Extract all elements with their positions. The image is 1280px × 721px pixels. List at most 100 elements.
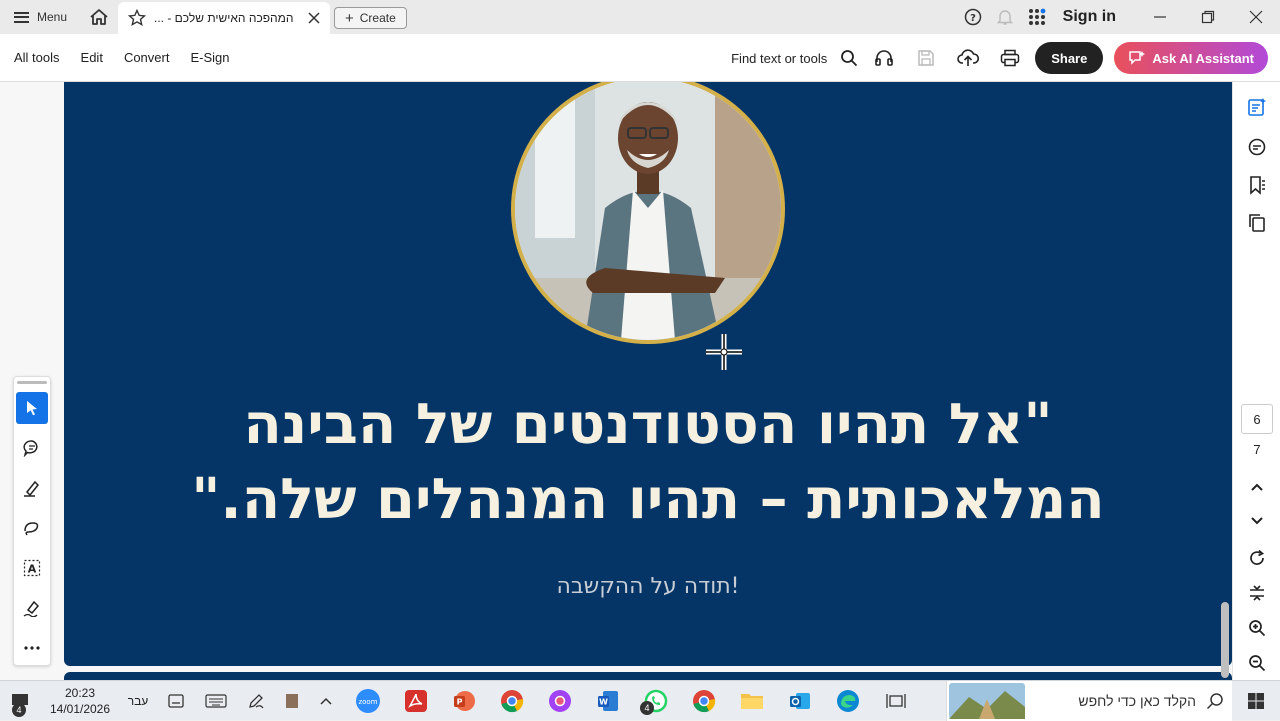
zoom-app-icon: zoom [356, 688, 380, 713]
current-page-input[interactable]: 6 [1241, 404, 1273, 434]
menu-edit[interactable]: Edit [60, 50, 103, 65]
quick-tools-panel: A [13, 376, 51, 666]
chrome-app-button-3[interactable] [680, 681, 728, 721]
clock-date: 14/01/2026 [49, 701, 111, 716]
toolbar-right: Find text or tools Share Ask AI Assistan… [731, 34, 1268, 82]
home-button[interactable] [81, 0, 117, 34]
comment-tool-button[interactable] [16, 432, 48, 464]
printer-icon [1000, 49, 1020, 67]
zoom-out-icon [1249, 655, 1266, 672]
tablet-mode-button[interactable] [156, 681, 196, 721]
bell-icon [996, 10, 1013, 25]
chevron-down-icon [1251, 517, 1263, 525]
show-hidden-icons-button[interactable] [308, 681, 344, 721]
freehand-draw-icon [24, 522, 39, 536]
ai-assistant-button[interactable]: Ask AI Assistant [1114, 42, 1268, 74]
cloud-upload-icon [957, 49, 980, 66]
bookmarks-panel-button[interactable] [1233, 170, 1280, 200]
close-tab-icon[interactable] [308, 12, 320, 24]
whatsapp-app-button[interactable]: 4 [632, 681, 680, 721]
text-box-tool-button[interactable]: A [16, 552, 48, 584]
total-pages: 7 [1253, 442, 1261, 457]
save-button[interactable] [905, 34, 947, 82]
slide-quote: "אל תהיו הסטודנטים של הבינה המלאכותית – … [64, 387, 1232, 537]
outlook-icon [790, 692, 810, 709]
zoom-app-button[interactable]: zoom [344, 681, 392, 721]
windows-logo-icon [1248, 693, 1264, 709]
ai-assistant-label: Ask AI Assistant [1152, 50, 1254, 66]
vertical-scrollbar[interactable] [1221, 602, 1229, 678]
keyboard-icon [205, 693, 227, 708]
restore-button[interactable] [1184, 0, 1232, 34]
chrome-profile-app-button[interactable] [488, 681, 536, 721]
task-view-icon [886, 693, 906, 708]
menu-convert[interactable]: Convert [103, 50, 170, 65]
notifications-button[interactable] [989, 0, 1021, 34]
minimize-button[interactable] [1136, 0, 1184, 34]
document-tab[interactable]: המהפכה האישית שלכם - ... [118, 2, 330, 34]
read-aloud-button[interactable] [863, 34, 905, 82]
notification-center-button[interactable]: 4 [0, 681, 40, 721]
menu-all-tools[interactable]: All tools [0, 50, 60, 65]
highlight-tool-button[interactable] [16, 472, 48, 504]
search-icon [1206, 693, 1223, 710]
word-app-button[interactable]: W [584, 681, 632, 721]
menu-button[interactable]: Menu [0, 0, 81, 34]
tray-app-button[interactable] [276, 681, 308, 721]
pages-panel-button[interactable] [1233, 208, 1280, 238]
help-button[interactable]: ? [957, 0, 989, 34]
star-icon[interactable] [128, 9, 146, 27]
search-button[interactable] [835, 34, 863, 82]
touch-keyboard-button[interactable] [196, 681, 236, 721]
close-window-button[interactable] [1232, 0, 1280, 34]
drag-handle[interactable] [17, 381, 47, 384]
sign-in-link[interactable]: Sign in [1063, 8, 1116, 26]
zoom-in-button[interactable] [1233, 613, 1280, 643]
more-tools-button[interactable] [16, 632, 48, 664]
chrome-browser-icon [693, 689, 716, 712]
print-button[interactable] [989, 34, 1031, 82]
menu-e-sign[interactable]: E-Sign [169, 50, 229, 65]
task-view-button[interactable] [872, 681, 920, 721]
create-button[interactable]: + Create [334, 7, 407, 29]
edit-pdf-icon [1248, 98, 1266, 116]
highlighter-icon [24, 480, 40, 497]
share-button[interactable]: Share [1035, 42, 1104, 74]
chrome-app-button-2[interactable] [536, 681, 584, 721]
taskbar-clock[interactable]: 20:23 14/01/2026 [40, 685, 120, 717]
close-icon [1249, 10, 1263, 24]
title-right-controls: ? Sign in [957, 0, 1280, 34]
next-page-button[interactable] [1233, 506, 1280, 536]
acrobat-app-button[interactable] [392, 681, 440, 721]
fit-page-button[interactable] [1233, 578, 1280, 608]
pen-workspace-button[interactable] [236, 681, 276, 721]
input-language[interactable]: עבר [120, 694, 156, 708]
outlook-app-button[interactable] [776, 681, 824, 721]
upload-button[interactable] [947, 34, 989, 82]
find-text-label[interactable]: Find text or tools [731, 51, 827, 66]
apps-button[interactable] [1021, 0, 1053, 34]
chevron-up-icon [1251, 483, 1263, 491]
zoom-out-button[interactable] [1233, 648, 1280, 678]
select-tool-button[interactable] [16, 392, 48, 424]
comments-panel-button[interactable] [1233, 132, 1280, 162]
draw-tool-button[interactable] [16, 512, 48, 544]
edit-pdf-panel-button[interactable] [1233, 92, 1280, 122]
svg-text:?: ? [970, 13, 976, 24]
text-box-icon: A [23, 559, 41, 577]
file-explorer-button[interactable] [728, 681, 776, 721]
tab-title: המהפכה האישית שלכם - ... [154, 11, 294, 25]
edge-app-button[interactable] [824, 681, 872, 721]
previous-page-button[interactable] [1233, 472, 1280, 502]
document-viewer[interactable]: "אל תהיו הסטודנטים של הבינה המלאכותית – … [0, 82, 1280, 682]
acrobat-icon [405, 689, 427, 712]
powerpoint-app-button[interactable]: P [440, 681, 488, 721]
start-button[interactable] [1232, 681, 1280, 721]
svg-text:W: W [599, 697, 608, 706]
taskbar-search[interactable]: הקלד כאן כדי לחפש [946, 681, 1232, 721]
rotate-button[interactable] [1233, 543, 1280, 573]
help-icon: ? [964, 8, 981, 26]
sign-tool-button[interactable] [16, 592, 48, 624]
pen-icon [249, 693, 264, 708]
svg-text:zoom: zoom [358, 698, 377, 706]
